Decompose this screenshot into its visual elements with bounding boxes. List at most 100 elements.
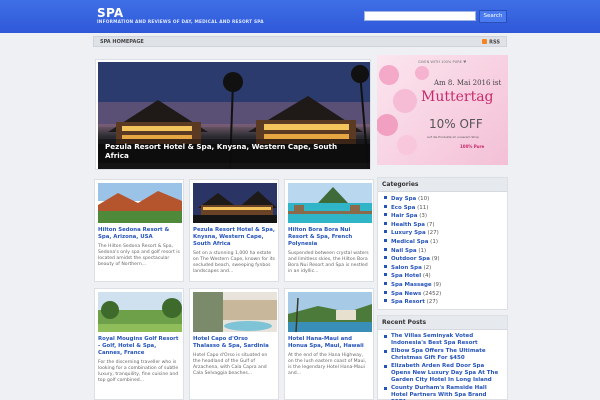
post-title[interactable]: Pezula Resort Hotel & Spa, Knysna, Weste… bbox=[193, 227, 275, 248]
post-card[interactable]: Royal Mougins Golf Resort - Golf, Hotel … bbox=[94, 288, 184, 400]
category-item[interactable]: Nail Spa (1) bbox=[384, 247, 501, 256]
post-card[interactable]: Hotel Capo d'Orso Thalasso & Spa, Sardin… bbox=[189, 288, 279, 400]
category-link[interactable]: Spa Massage bbox=[391, 282, 432, 288]
post-excerpt: For the discerning traveller who is look… bbox=[98, 360, 179, 383]
category-count: (9) bbox=[431, 256, 440, 263]
category-link[interactable]: Nail Spa bbox=[391, 248, 417, 254]
site-header: SPA INFORMATION AND REVIEWS OF DAY, MEDI… bbox=[0, 0, 600, 33]
category-item[interactable]: Outdoor Spa (9) bbox=[384, 255, 501, 264]
post-title[interactable]: Hotel Capo d'Orso Thalasso & Spa, Sardin… bbox=[193, 336, 275, 350]
featured-caption[interactable]: Pezula Resort Hotel & Spa, Knysna, Weste… bbox=[98, 139, 370, 163]
thumbnail-photo bbox=[288, 292, 372, 332]
search-input[interactable] bbox=[364, 11, 476, 21]
category-item[interactable]: Day Spa (10) bbox=[384, 195, 501, 204]
categories-list: Day Spa (10) Eco Spa (11) Hair Spa (3) Heal… bbox=[378, 192, 507, 310]
recent-posts-widget: Recent Posts The Villas Seminyak Voted I… bbox=[377, 315, 508, 400]
post-title[interactable]: Hotel Hana-Maui and Honua Spa, Maui, Haw… bbox=[288, 336, 370, 350]
site-tagline: INFORMATION AND REVIEWS OF DAY, MEDICAL … bbox=[97, 20, 264, 25]
post-excerpt: At the end of the Hana Highway, on the l… bbox=[288, 353, 367, 376]
category-item[interactable]: Medical Spa (1) bbox=[384, 238, 501, 247]
category-link[interactable]: Spa Hotel bbox=[391, 273, 421, 279]
featured-image[interactable]: Pezula Resort Hotel & Spa, Knysna, Weste… bbox=[98, 62, 370, 169]
category-count: (1) bbox=[430, 238, 438, 245]
recent-post-link[interactable]: Elizabeth Arden Red Door Spa Opens New L… bbox=[384, 363, 501, 384]
category-count: (11) bbox=[417, 204, 429, 211]
category-link[interactable]: Outdoor Spa bbox=[391, 256, 430, 262]
thumbnail-photo bbox=[288, 183, 372, 223]
categories-heading: Categories bbox=[378, 178, 507, 192]
post-title[interactable]: Hilton Sedona Resort & Spa, Arizona, USA bbox=[98, 227, 180, 241]
post-thumbnail[interactable] bbox=[98, 183, 182, 223]
post-excerpt: Suspended between crystal waters and lim… bbox=[288, 251, 369, 274]
ad-date: Am 8. Mai 2016 ist bbox=[434, 79, 502, 87]
category-count: (3) bbox=[419, 213, 427, 220]
thumbnail-photo bbox=[98, 292, 182, 332]
ad-small-text: auf die Produkte im unserem Shop bbox=[427, 135, 479, 139]
category-count: (27) bbox=[427, 230, 439, 237]
ad-brand-logo: 100% Pure bbox=[460, 144, 485, 149]
category-link[interactable]: Medical Spa bbox=[391, 239, 428, 245]
post-card[interactable]: Hilton Bora Bora Nui Resort & Spa, Frenc… bbox=[284, 179, 374, 282]
nav-bar: SPA HOMEPAGE RSS bbox=[93, 36, 507, 47]
post-excerpt: Hotel Capo d'Orso is situated on the hea… bbox=[193, 353, 268, 376]
category-count: (2452) bbox=[422, 290, 442, 297]
post-card[interactable]: Hilton Sedona Resort & Spa, Arizona, USA… bbox=[94, 179, 184, 282]
post-card[interactable]: Hotel Hana-Maui and Honua Spa, Maui, Haw… bbox=[284, 288, 374, 400]
post-thumbnail[interactable] bbox=[98, 292, 182, 332]
category-count: (4) bbox=[422, 273, 431, 280]
category-link[interactable]: Health Spa bbox=[391, 222, 425, 228]
post-card[interactable]: Pezula Resort Hotel & Spa, Knysna, Weste… bbox=[189, 179, 279, 282]
recent-post-link[interactable]: The Villas Seminyak Voted Indonesia's Be… bbox=[384, 333, 501, 347]
category-item[interactable]: Hair Spa (3) bbox=[384, 212, 501, 221]
category-count: (2) bbox=[423, 264, 432, 271]
post-thumbnail[interactable] bbox=[288, 292, 372, 332]
rss-icon bbox=[482, 39, 488, 44]
category-count: (9) bbox=[433, 281, 442, 288]
featured-post[interactable]: Pezula Resort Hotel & Spa, Knysna, Weste… bbox=[95, 59, 371, 170]
post-thumbnail[interactable] bbox=[193, 292, 277, 332]
category-link[interactable]: Luxury Spa bbox=[391, 230, 426, 236]
category-item[interactable]: Salon Spa (2) bbox=[384, 264, 501, 273]
thumbnail-photo bbox=[193, 292, 277, 332]
nav-home-link[interactable]: SPA HOMEPAGE bbox=[100, 39, 144, 45]
categories-widget: Categories Day Spa (10) Eco Spa (11) Hair … bbox=[377, 177, 508, 310]
category-item[interactable]: Spa Hotel (4) bbox=[384, 272, 501, 281]
post-excerpt: Set on a stunning 1,000 ha estate on The… bbox=[193, 251, 275, 274]
category-item[interactable]: Spa News (2452) bbox=[384, 290, 501, 299]
category-count: (7) bbox=[426, 221, 435, 228]
search-button[interactable]: Search bbox=[479, 10, 507, 23]
post-title[interactable]: Hilton Bora Bora Nui Resort & Spa, Frenc… bbox=[288, 227, 370, 248]
category-count: (1) bbox=[418, 247, 427, 254]
post-excerpt: The Hilton Sedona Resort & Spa, Sedona's… bbox=[98, 244, 180, 267]
category-link[interactable]: Hair Spa bbox=[391, 213, 417, 219]
recent-post-link[interactable]: Elbow Spa Offers The Ultimate Christmas … bbox=[384, 348, 501, 362]
category-item[interactable]: Spa Resort (27) bbox=[384, 298, 501, 307]
advertisement-banner[interactable]: GIVEN WITH 100% PURE ♥ Am 8. Mai 2016 is… bbox=[377, 55, 508, 165]
thumbnail-photo bbox=[98, 183, 182, 223]
category-link[interactable]: Day Spa bbox=[391, 196, 416, 202]
recent-posts-heading: Recent Posts bbox=[378, 316, 507, 330]
rss-link[interactable]: RSS bbox=[482, 39, 500, 46]
category-count: (27) bbox=[426, 299, 438, 306]
ad-offer: 10% OFF bbox=[429, 117, 483, 131]
ad-title: Muttertag bbox=[421, 89, 494, 105]
ad-top-text: GIVEN WITH 100% PURE ♥ bbox=[418, 60, 467, 64]
category-count: (10) bbox=[417, 196, 430, 202]
thumbnail-photo bbox=[193, 183, 277, 223]
category-link[interactable]: Spa Resort bbox=[391, 299, 425, 305]
category-link[interactable]: Spa News bbox=[391, 291, 421, 297]
category-item[interactable]: Health Spa (7) bbox=[384, 221, 501, 230]
site-title[interactable]: SPA bbox=[97, 6, 124, 20]
recent-post-link[interactable]: County Durham's Ramside Hall Hotel Partn… bbox=[384, 385, 501, 400]
flower-graphic bbox=[377, 65, 429, 155]
category-item[interactable]: Spa Massage (9) bbox=[384, 281, 501, 290]
post-thumbnail[interactable] bbox=[288, 183, 372, 223]
category-item[interactable]: Luxury Spa (27) bbox=[384, 229, 501, 238]
rss-label: RSS bbox=[489, 39, 500, 46]
category-link[interactable]: Salon Spa bbox=[391, 265, 422, 271]
category-item[interactable]: Eco Spa (11) bbox=[384, 204, 501, 213]
recent-posts-list: The Villas Seminyak Voted Indonesia's Be… bbox=[378, 330, 507, 400]
category-link[interactable]: Eco Spa bbox=[391, 205, 415, 211]
post-title[interactable]: Royal Mougins Golf Resort - Golf, Hotel … bbox=[98, 336, 180, 357]
post-thumbnail[interactable] bbox=[193, 183, 277, 223]
